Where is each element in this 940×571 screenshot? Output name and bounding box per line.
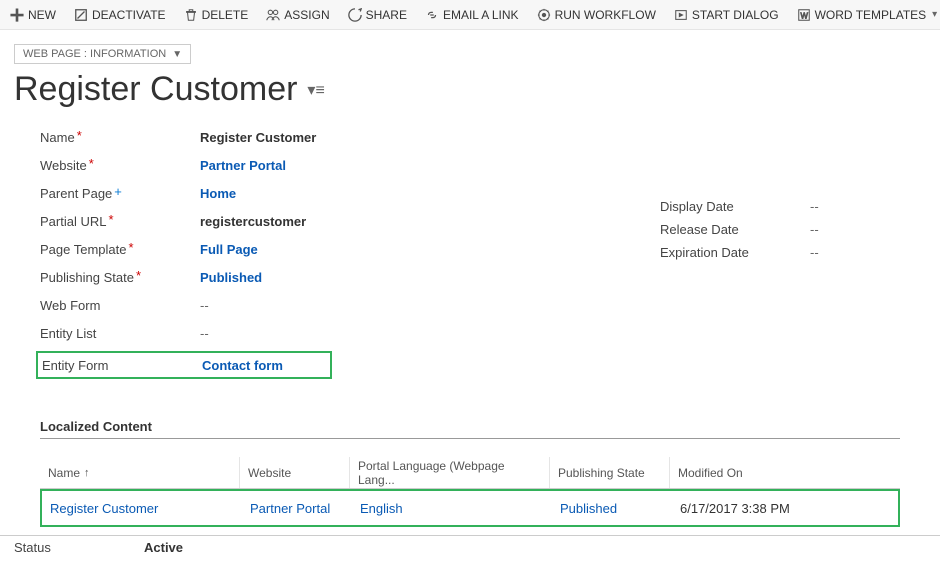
entity-list-value[interactable]: --: [200, 326, 209, 341]
display-date-label: Display Date: [660, 199, 810, 214]
name-label: Name*: [40, 130, 200, 145]
chevron-down-icon: ▾: [932, 9, 937, 20]
entity-form-label: Entity Form: [42, 358, 202, 373]
website-label: Website*: [40, 158, 200, 173]
svg-text:W: W: [800, 11, 808, 20]
status-bar: Status Active: [0, 535, 940, 559]
command-bar: NEW DEACTIVATE DELETE ASSIGN SHARE EMAIL…: [0, 0, 940, 30]
new-button[interactable]: NEW: [10, 8, 56, 22]
page-template-value[interactable]: Full Page: [200, 242, 258, 257]
page-template-label: Page Template*: [40, 242, 200, 257]
form-content: WEB PAGE : INFORMATION ▼ Register Custom…: [0, 30, 940, 527]
email-link-label: EMAIL A LINK: [443, 8, 519, 22]
publishing-state-label: Publishing State*: [40, 270, 200, 285]
start-dialog-button[interactable]: START DIALOG: [674, 8, 779, 22]
web-form-value[interactable]: --: [200, 298, 209, 313]
assign-button[interactable]: ASSIGN: [266, 8, 329, 22]
word-templates-button[interactable]: W WORD TEMPLATES ▾: [797, 8, 938, 22]
expiration-date-value[interactable]: --: [810, 245, 819, 260]
partial-url-label: Partial URL*: [40, 214, 200, 229]
row-name[interactable]: Register Customer: [42, 501, 242, 516]
email-link-button[interactable]: EMAIL A LINK: [425, 8, 519, 22]
grid-header-website[interactable]: Website: [240, 457, 350, 488]
section-divider: [40, 438, 900, 439]
new-label: NEW: [28, 8, 56, 22]
release-date-label: Release Date: [660, 222, 810, 237]
expiration-date-label: Expiration Date: [660, 245, 810, 260]
status-label: Status: [14, 540, 144, 555]
dialog-icon: [674, 8, 688, 22]
entity-form-highlight: Entity Form Contact form: [36, 351, 332, 379]
workflow-icon: [537, 8, 551, 22]
table-row[interactable]: Register Customer Partner Portal English…: [42, 491, 898, 525]
share-button[interactable]: SHARE: [348, 8, 407, 22]
row-state[interactable]: Published: [552, 501, 672, 516]
partial-url-value[interactable]: registercustomer: [200, 214, 306, 229]
start-dialog-label: START DIALOG: [692, 8, 779, 22]
website-value[interactable]: Partner Portal: [200, 158, 286, 173]
row-website[interactable]: Partner Portal: [242, 501, 352, 516]
run-workflow-button[interactable]: RUN WORKFLOW: [537, 8, 656, 22]
grid-header-language[interactable]: Portal Language (Webpage Lang...: [350, 457, 550, 488]
delete-button[interactable]: DELETE: [184, 8, 249, 22]
word-templates-label: WORD TEMPLATES: [815, 8, 927, 22]
run-workflow-label: RUN WORKFLOW: [555, 8, 656, 22]
trash-icon: [184, 8, 198, 22]
parent-page-value[interactable]: Home: [200, 186, 236, 201]
page-title-row: Register Customer ▾≡: [14, 70, 926, 109]
display-date-value[interactable]: --: [810, 199, 819, 214]
form-selector-label: WEB PAGE : INFORMATION: [23, 48, 166, 60]
assign-icon: [266, 8, 280, 22]
page-title: Register Customer: [14, 70, 297, 109]
delete-label: DELETE: [202, 8, 249, 22]
share-label: SHARE: [366, 8, 407, 22]
release-date-value[interactable]: --: [810, 222, 819, 237]
link-icon: [425, 8, 439, 22]
fields-left-column: Name* Register Customer Website* Partner…: [40, 127, 660, 379]
share-icon: [348, 8, 362, 22]
deactivate-label: DEACTIVATE: [92, 8, 166, 22]
deactivate-icon: [74, 8, 88, 22]
grid-header-modified[interactable]: Modified On: [670, 457, 820, 488]
status-value[interactable]: Active: [144, 540, 183, 555]
sort-asc-icon: ↑: [84, 467, 90, 479]
localized-content-grid-highlight: Register Customer Partner Portal English…: [40, 489, 900, 527]
parent-page-label: Parent Page+: [40, 186, 200, 201]
form-selector[interactable]: WEB PAGE : INFORMATION ▼: [14, 44, 191, 64]
title-menu-icon[interactable]: ▾≡: [307, 80, 324, 100]
grid-header-state[interactable]: Publishing State: [550, 457, 670, 488]
grid-header-name[interactable]: Name↑: [40, 457, 240, 488]
grid-header: Name↑ Website Portal Language (Webpage L…: [40, 457, 900, 489]
chevron-down-icon: ▼: [172, 49, 182, 60]
row-language[interactable]: English: [352, 501, 552, 516]
row-modified: 6/17/2017 3:38 PM: [672, 501, 822, 516]
assign-label: ASSIGN: [284, 8, 329, 22]
plus-icon: [10, 8, 24, 22]
entity-form-value[interactable]: Contact form: [202, 358, 283, 373]
name-value[interactable]: Register Customer: [200, 130, 316, 145]
localized-content-section-title: Localized Content: [40, 419, 926, 434]
publishing-state-value[interactable]: Published: [200, 270, 262, 285]
entity-list-label: Entity List: [40, 326, 200, 341]
deactivate-button[interactable]: DEACTIVATE: [74, 8, 166, 22]
fields-right-column: Display Date -- Release Date -- Expirati…: [660, 199, 920, 379]
web-form-label: Web Form: [40, 298, 200, 313]
word-icon: W: [797, 8, 811, 22]
